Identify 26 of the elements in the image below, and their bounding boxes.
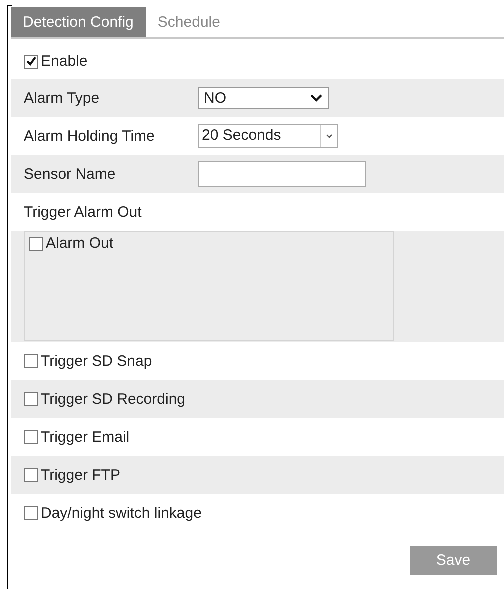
checkbox[interactable] bbox=[24, 392, 38, 406]
caret-icon bbox=[326, 134, 332, 138]
checkbox-label: Trigger Email bbox=[41, 428, 130, 446]
checkbox-label: Trigger FTP bbox=[41, 466, 120, 484]
save-button[interactable]: Save bbox=[410, 546, 497, 575]
checkbox[interactable] bbox=[24, 506, 38, 520]
checkbox-label: Day/night switch linkage bbox=[41, 504, 202, 522]
checkbox-label: Trigger SD Recording bbox=[41, 390, 186, 408]
field-label: Sensor Name bbox=[24, 166, 117, 182]
select-dropdown[interactable]: NO bbox=[198, 87, 329, 109]
chevron-down-icon bbox=[310, 94, 323, 102]
section-label: Trigger Alarm Out bbox=[24, 204, 142, 220]
checkbox-label: Enable bbox=[41, 53, 88, 70]
checkbox[interactable] bbox=[24, 54, 38, 68]
field-label: Alarm Type bbox=[24, 90, 101, 106]
select-dropdown[interactable]: 20 Seconds bbox=[198, 124, 338, 148]
checkbox[interactable] bbox=[24, 430, 38, 444]
field-label: Alarm Holding Time bbox=[24, 128, 156, 144]
checkbox[interactable] bbox=[29, 236, 43, 250]
checkbox[interactable] bbox=[24, 468, 38, 482]
tab[interactable]: Detection Config bbox=[11, 7, 146, 37]
tab[interactable]: Schedule bbox=[146, 7, 232, 37]
checkbox-label: Trigger SD Snap bbox=[41, 352, 152, 370]
checkbox[interactable] bbox=[24, 354, 38, 368]
checkbox-label: Alarm Out bbox=[46, 235, 114, 252]
input-field[interactable] bbox=[198, 161, 366, 187]
